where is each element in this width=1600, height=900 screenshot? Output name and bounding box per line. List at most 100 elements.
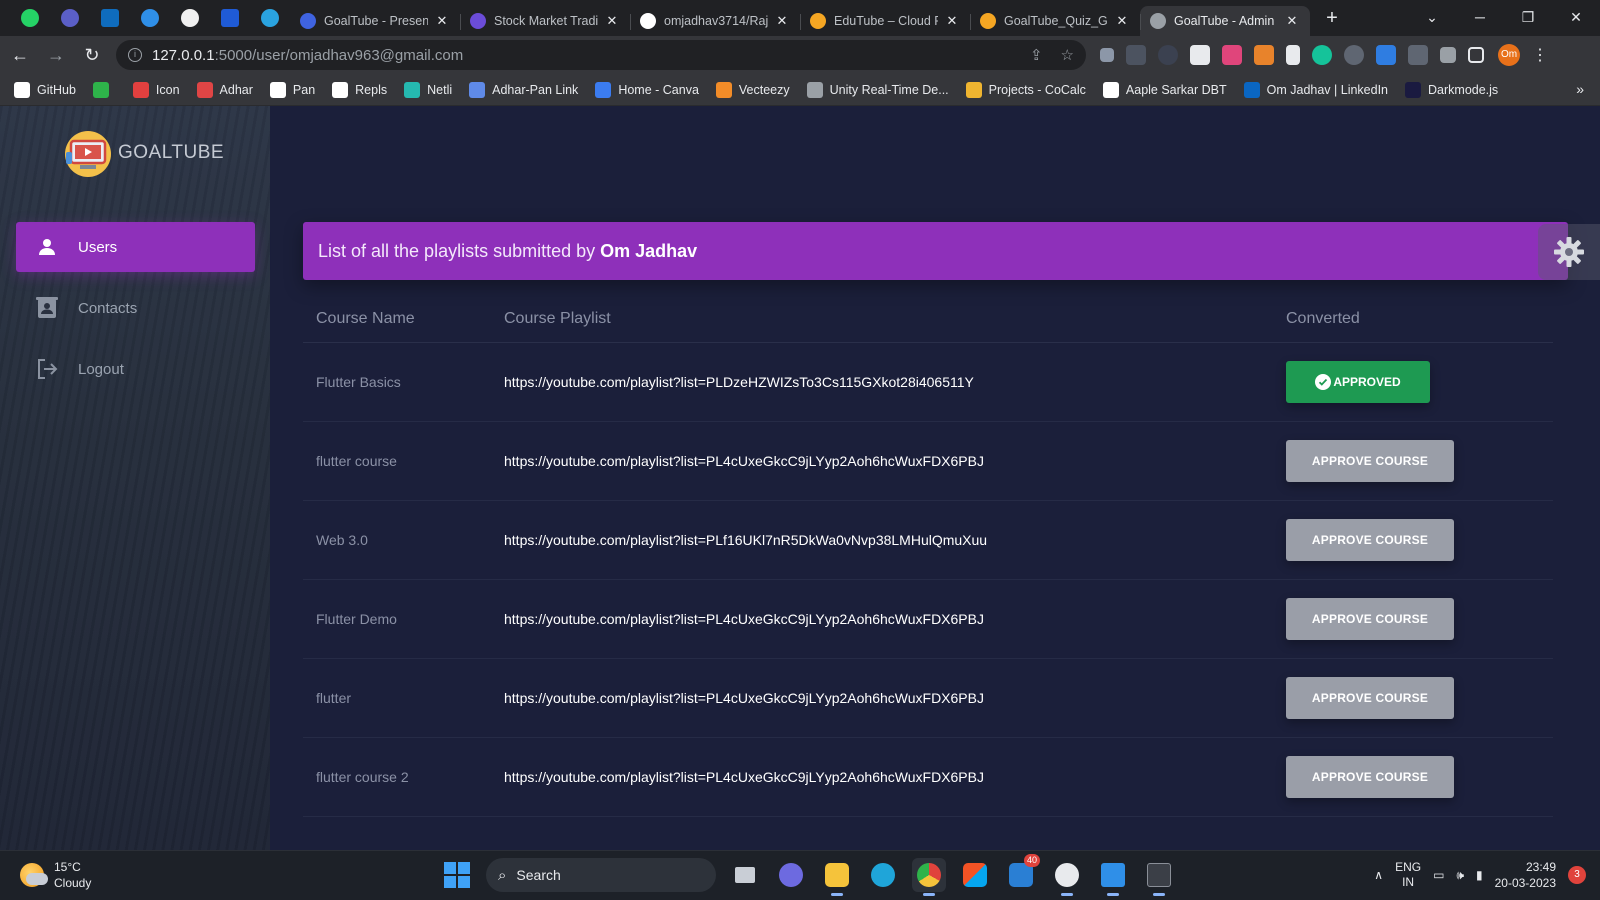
- pinned-tab-onedrive[interactable]: [130, 0, 170, 36]
- approve-course-button[interactable]: APPROVE COURSE: [1286, 518, 1454, 561]
- approve-course-button[interactable]: APPROVE COURSE: [1286, 439, 1454, 482]
- bookmark-item[interactable]: Aaple Sarkar DBT: [1102, 81, 1227, 98]
- browser-tab[interactable]: GoalTube - Present ✕: [290, 6, 460, 36]
- metamask-extension-icon[interactable]: [1254, 45, 1274, 65]
- chevron-up-icon[interactable]: ∧: [1374, 868, 1383, 882]
- tab-search-icon[interactable]: ⌄: [1408, 9, 1456, 26]
- taskbar-chat[interactable]: [774, 858, 808, 892]
- browser-tab[interactable]: GoalTube - Admin ✕: [1140, 6, 1310, 36]
- flag-extension-icon[interactable]: [1222, 45, 1242, 65]
- code-extension-icon[interactable]: [1408, 45, 1428, 65]
- tab-close-icon[interactable]: ✕: [774, 13, 790, 29]
- grid-extension-icon[interactable]: [1126, 45, 1146, 65]
- sidebar-item-users[interactable]: Users: [16, 222, 255, 272]
- profile-avatar[interactable]: Om: [1498, 44, 1520, 66]
- taskbar-mail[interactable]: 40: [1004, 854, 1040, 892]
- forward-button[interactable]: →: [40, 39, 72, 71]
- bookmark-item[interactable]: GitHub: [14, 81, 76, 98]
- taskbar-chrome[interactable]: [912, 858, 946, 896]
- browser-tab[interactable]: GoalTube_Quiz_Ge ✕: [970, 6, 1140, 36]
- tab-close-icon[interactable]: ✕: [1284, 13, 1300, 29]
- taskbar-file-explorer[interactable]: [820, 858, 854, 896]
- network-icon[interactable]: ▭: [1433, 868, 1444, 882]
- taskbar-vscode[interactable]: [1096, 858, 1130, 896]
- approve-course-button[interactable]: APPROVE COURSE: [1286, 597, 1454, 640]
- tab-close-icon[interactable]: ✕: [434, 13, 450, 29]
- address-bar[interactable]: i 127.0.0.1:5000/user/omjadhav963@gmail.…: [116, 40, 1086, 70]
- restore-button[interactable]: ❐: [1504, 9, 1552, 26]
- browser-tab[interactable]: EduTube – Cloud F ✕: [800, 6, 970, 36]
- taskbar-app-green[interactable]: [1050, 858, 1084, 896]
- course-playlist-link[interactable]: https://youtube.com/playlist?list=PL4cUx…: [491, 421, 1273, 501]
- course-playlist-link[interactable]: https://youtube.com/playlist?list=PL4cUx…: [491, 579, 1273, 659]
- pinned-tab-telegram[interactable]: [250, 0, 290, 36]
- course-playlist-link[interactable]: https://youtube.com/playlist?list=PLf16U…: [491, 500, 1273, 580]
- bookmark-item[interactable]: Repls: [332, 81, 387, 98]
- pinned-tab-app[interactable]: [210, 0, 250, 36]
- grammarly-extension-icon[interactable]: [1312, 45, 1332, 65]
- approve-course-button[interactable]: APPROVE COURSE: [1286, 755, 1454, 798]
- tab-title: GoalTube - Admin: [1174, 14, 1275, 28]
- course-playlist-link[interactable]: https://youtube.com/playlist?list=PLDzeH…: [491, 342, 1273, 422]
- bookmark-item[interactable]: Netli: [404, 81, 452, 98]
- battery-icon[interactable]: ▮: [1476, 868, 1483, 882]
- pinned-tab-media[interactable]: [50, 0, 90, 36]
- react-extension-icon[interactable]: [1158, 45, 1178, 65]
- bookmark-item[interactable]: [92, 81, 116, 98]
- bookmark-item[interactable]: Projects - CoCalc: [965, 81, 1086, 98]
- course-playlist-link[interactable]: https://youtube.com/playlist?list=PL4cUx…: [491, 658, 1273, 738]
- bookmark-item[interactable]: Adhar: [196, 81, 253, 98]
- tab-close-icon[interactable]: ✕: [604, 13, 620, 29]
- system-clock[interactable]: 23:49 20-03-2023: [1495, 859, 1556, 891]
- taskbar-store[interactable]: [958, 858, 992, 892]
- taskbar-search[interactable]: ⌕ Search: [486, 858, 716, 892]
- language-indicator[interactable]: ENG IN: [1395, 860, 1421, 890]
- bookmark-item[interactable]: Vecteezy: [715, 81, 790, 98]
- tab-close-icon[interactable]: ✕: [944, 13, 960, 29]
- site-info-icon[interactable]: i: [128, 48, 142, 62]
- pinned-tab-github[interactable]: [170, 0, 210, 36]
- tab-close-icon[interactable]: ✕: [1114, 13, 1130, 29]
- more-bookmarks-icon[interactable]: »: [1576, 81, 1584, 97]
- bookmark-item[interactable]: Adhar-Pan Link: [469, 81, 578, 98]
- bookmark-star-icon[interactable]: ☆: [1061, 46, 1074, 64]
- taskbar-terminal[interactable]: [1142, 858, 1176, 896]
- taskbar-task-view[interactable]: [728, 858, 762, 892]
- approve-course-button[interactable]: APPROVE COURSE: [1286, 676, 1454, 719]
- share-icon[interactable]: ⇪: [1030, 46, 1043, 64]
- brand-logo[interactable]: GOALTUBE: [62, 128, 224, 178]
- bookmark-item[interactable]: Darkmode.js: [1405, 81, 1498, 98]
- pen-extension-icon[interactable]: [1100, 48, 1114, 62]
- sidebar-item-logout[interactable]: Logout: [16, 344, 255, 394]
- puzzle-extensions-icon[interactable]: [1440, 47, 1456, 63]
- side-panel-icon[interactable]: [1468, 47, 1484, 63]
- bookmark-item[interactable]: Pan: [269, 81, 315, 98]
- bookmark-item[interactable]: Unity Real-Time De...: [806, 81, 949, 98]
- start-button[interactable]: [440, 858, 474, 892]
- volume-icon[interactable]: 🕪: [1456, 868, 1464, 883]
- browser-tab[interactable]: Stock Market Tradi ✕: [460, 6, 630, 36]
- new-tab-button[interactable]: +: [1316, 2, 1348, 34]
- minimize-button[interactable]: ─: [1456, 9, 1504, 25]
- pinned-tab-outlook[interactable]: [90, 0, 130, 36]
- browser-menu-icon[interactable]: ⋮: [1532, 45, 1548, 65]
- target-extension-icon[interactable]: [1344, 45, 1364, 65]
- pinned-tab-whatsapp[interactable]: [10, 0, 50, 36]
- bookmark-item[interactable]: Home - Canva: [595, 81, 699, 98]
- bookmark-item[interactable]: Om Jadhav | LinkedIn: [1243, 81, 1388, 98]
- b-extension-icon[interactable]: [1190, 45, 1210, 65]
- notification-badge[interactable]: 3: [1568, 866, 1586, 884]
- sidebar-item-label: Contacts: [78, 299, 138, 317]
- sidebar-item-contacts[interactable]: Contacts: [16, 283, 255, 333]
- back-button[interactable]: ←: [4, 39, 36, 71]
- bookmark-item[interactable]: Icon: [132, 81, 180, 98]
- course-playlist-link[interactable]: https://youtube.com/playlist?list=PL4cUx…: [491, 737, 1273, 817]
- t-extension-icon[interactable]: [1286, 45, 1300, 65]
- close-window-button[interactable]: ✕: [1552, 9, 1600, 26]
- browser-tab[interactable]: omjadhav3714/Raj ✕: [630, 6, 800, 36]
- taskbar-edge[interactable]: [866, 858, 900, 892]
- reload-button[interactable]: ↻: [76, 39, 108, 71]
- settings-button[interactable]: [1538, 224, 1600, 280]
- weather-widget[interactable]: 15°C Cloudy: [20, 859, 91, 891]
- fi-extension-icon[interactable]: [1376, 45, 1396, 65]
